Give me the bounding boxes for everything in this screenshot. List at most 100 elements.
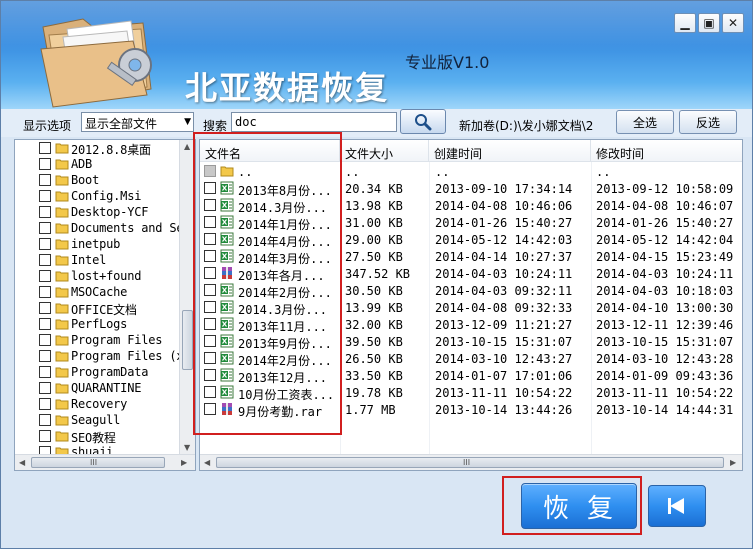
tree-item-checkbox[interactable] bbox=[39, 366, 51, 378]
tree-item[interactable]: inetpub bbox=[15, 236, 180, 252]
back-button[interactable] bbox=[648, 485, 706, 527]
tree-item[interactable]: Config.Msi bbox=[15, 188, 180, 204]
tree-item[interactable]: Program Files bbox=[15, 332, 180, 348]
folder-icon bbox=[55, 254, 69, 266]
tree-item[interactable]: ADB bbox=[15, 156, 180, 172]
file-horizontal-scroll-thumb[interactable]: III bbox=[216, 457, 724, 468]
minimize-button[interactable]: ▁ bbox=[674, 13, 696, 33]
tree-item[interactable]: Recovery bbox=[15, 396, 180, 412]
tree-item-label: lost+found bbox=[71, 269, 142, 283]
file-size: 39.50 KB bbox=[345, 335, 403, 349]
file-created-time: 2014-03-10 12:43:27 bbox=[435, 352, 573, 366]
tree-item-label: Seagull bbox=[71, 413, 121, 427]
tree-item-checkbox[interactable] bbox=[39, 350, 51, 362]
tree-item-checkbox[interactable] bbox=[39, 206, 51, 218]
file-modified-time: 2014-04-03 10:24:11 bbox=[596, 267, 734, 281]
tree-item[interactable]: Intel bbox=[15, 252, 180, 268]
scroll-left-arrow-icon[interactable]: ◀ bbox=[204, 458, 210, 467]
tree-item-label: PerfLogs bbox=[71, 317, 128, 331]
invert-selection-button[interactable]: 反选 bbox=[679, 110, 737, 134]
file-size: 347.52 KB bbox=[345, 267, 411, 281]
column-header-size[interactable]: 文件大小 bbox=[340, 140, 429, 162]
tree-item[interactable]: QUARANTINE bbox=[15, 380, 180, 396]
tree-item[interactable]: Documents and Se bbox=[15, 220, 180, 236]
tree-item-checkbox[interactable] bbox=[39, 302, 51, 314]
search-button[interactable] bbox=[400, 109, 446, 134]
tree-horizontal-scroll-thumb[interactable]: III bbox=[31, 457, 165, 468]
file-size: 29.00 KB bbox=[345, 233, 403, 247]
scroll-right-arrow-icon[interactable]: ▶ bbox=[730, 458, 736, 467]
tree-item-label: QUARANTINE bbox=[71, 381, 142, 395]
tree-item-checkbox[interactable] bbox=[39, 142, 51, 154]
tree-item-checkbox[interactable] bbox=[39, 270, 51, 282]
tree-item[interactable]: Program Files (x bbox=[15, 348, 180, 364]
tree-item-checkbox[interactable] bbox=[39, 158, 51, 170]
tree-item-label: MSOCache bbox=[71, 285, 128, 299]
tree-vertical-scroll-thumb[interactable] bbox=[182, 310, 193, 370]
file-size: 1.77 MB bbox=[345, 403, 396, 417]
tree-item[interactable]: Boot bbox=[15, 172, 180, 188]
search-icon bbox=[415, 113, 432, 130]
tree-item-checkbox[interactable] bbox=[39, 254, 51, 266]
column-header-modified[interactable]: 修改时间 bbox=[591, 140, 742, 162]
tree-horizontal-scrollbar[interactable]: ◀ III ▶ bbox=[15, 454, 195, 470]
file-created-time: 2013-10-15 15:31:07 bbox=[435, 335, 573, 349]
current-path: 新加卷(D:)\发小娜文档\2 bbox=[459, 119, 594, 133]
tree-item-label: Recovery bbox=[71, 397, 128, 411]
file-modified-time: 2014-04-08 10:46:07 bbox=[596, 199, 734, 213]
scroll-down-arrow-icon[interactable]: ▼ bbox=[184, 443, 190, 452]
file-horizontal-scrollbar[interactable]: ◀ III ▶ bbox=[200, 454, 742, 470]
tree-item-checkbox[interactable] bbox=[39, 190, 51, 202]
tree-item-checkbox[interactable] bbox=[39, 382, 51, 394]
tree-item[interactable]: OFFICE文档 bbox=[15, 300, 180, 317]
file-size: 20.34 KB bbox=[345, 182, 403, 196]
tree-item-checkbox[interactable] bbox=[39, 318, 51, 330]
display-option-value: 显示全部文件 bbox=[85, 117, 158, 131]
tree-item[interactable]: MSOCache bbox=[15, 284, 180, 300]
tree-item[interactable]: 2012.8.8桌面 bbox=[15, 140, 180, 157]
select-all-button[interactable]: 全选 bbox=[616, 110, 674, 134]
display-option-select[interactable]: 显示全部文件 ▼ bbox=[81, 112, 194, 132]
file-modified-time: 2014-05-12 14:42:04 bbox=[596, 233, 734, 247]
tree-item[interactable]: Desktop-YCF bbox=[15, 204, 180, 220]
restore-button[interactable]: 恢复 bbox=[521, 483, 637, 529]
tree-item-checkbox[interactable] bbox=[39, 238, 51, 250]
tree-item-checkbox[interactable] bbox=[39, 286, 51, 298]
scroll-up-arrow-icon[interactable]: ▲ bbox=[184, 142, 190, 151]
folder-icon bbox=[55, 206, 69, 218]
tree-item[interactable]: PerfLogs bbox=[15, 316, 180, 332]
tree-item-checkbox[interactable] bbox=[39, 414, 51, 426]
maximize-button[interactable]: ▣ bbox=[698, 13, 720, 33]
back-arrow-icon bbox=[668, 498, 684, 514]
tree-item-checkbox[interactable] bbox=[39, 174, 51, 186]
tree-item-label: Intel bbox=[71, 253, 107, 267]
file-size: 27.50 KB bbox=[345, 250, 403, 264]
tree-item-checkbox[interactable] bbox=[39, 430, 51, 442]
tree-item[interactable]: lost+found bbox=[15, 268, 180, 284]
file-created-time: 2014-01-26 15:40:27 bbox=[435, 216, 573, 230]
file-created-time: 2014-04-08 10:46:06 bbox=[435, 199, 573, 213]
scroll-left-arrow-icon[interactable]: ◀ bbox=[19, 458, 25, 467]
file-size: 26.50 KB bbox=[345, 352, 403, 366]
column-header-created[interactable]: 创建时间 bbox=[429, 140, 591, 162]
tree-item[interactable]: Seagull bbox=[15, 412, 180, 428]
folder-icon bbox=[55, 430, 69, 442]
folder-icon bbox=[55, 382, 69, 394]
tree-item-checkbox[interactable] bbox=[39, 446, 51, 454]
file-modified-time: 2013-09-12 10:58:09 bbox=[596, 182, 734, 196]
file-size: 32.00 KB bbox=[345, 318, 403, 332]
file-size: 30.50 KB bbox=[345, 284, 403, 298]
folder-icon bbox=[55, 238, 69, 250]
file-created-time: 2014-01-07 17:01:06 bbox=[435, 369, 573, 383]
tree-item-checkbox[interactable] bbox=[39, 222, 51, 234]
scroll-right-arrow-icon[interactable]: ▶ bbox=[181, 458, 187, 467]
tree-item[interactable]: SEO教程 bbox=[15, 428, 180, 445]
search-input[interactable]: doc bbox=[231, 112, 397, 132]
tree-item[interactable]: ProgramData bbox=[15, 364, 180, 380]
close-button[interactable]: ✕ bbox=[722, 13, 744, 33]
file-modified-time: .. bbox=[596, 165, 611, 179]
tree-item-checkbox[interactable] bbox=[39, 398, 51, 410]
tree-item[interactable]: shuaji bbox=[15, 444, 180, 454]
tree-item-label: ProgramData bbox=[71, 365, 149, 379]
tree-item-checkbox[interactable] bbox=[39, 334, 51, 346]
